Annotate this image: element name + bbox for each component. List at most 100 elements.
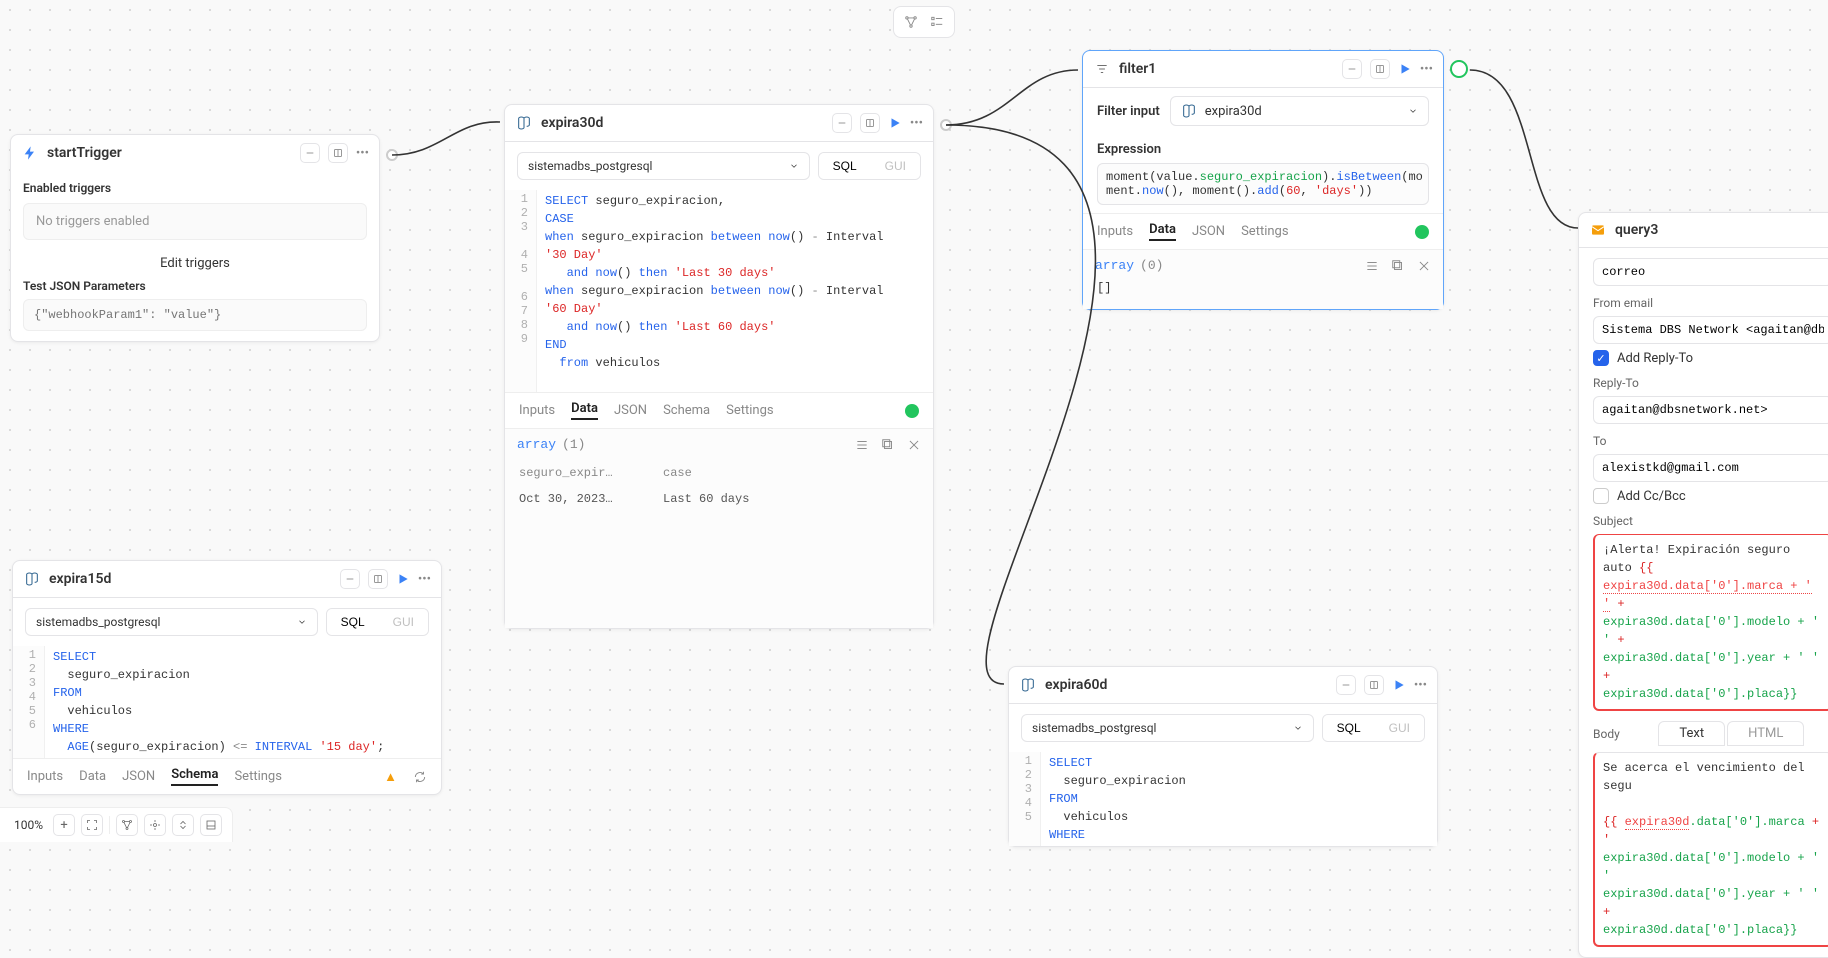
collapse-button[interactable] <box>1336 675 1356 695</box>
db-name: sistemadbs_postgresql <box>36 615 160 629</box>
chevron-down-icon <box>1408 106 1418 116</box>
panel-button[interactable] <box>860 113 880 133</box>
collapse-button[interactable] <box>340 569 360 589</box>
collapse-button[interactable] <box>832 113 852 133</box>
sql-mode-button[interactable]: SQL <box>819 153 871 179</box>
filter-input-value: expira30d <box>1205 104 1400 119</box>
collapse-button[interactable] <box>1342 59 1362 79</box>
more-icon[interactable]: ••• <box>1414 678 1427 693</box>
more-icon[interactable]: ••• <box>1420 62 1433 77</box>
list-view-icon[interactable] <box>926 11 948 33</box>
postgres-icon <box>1019 676 1037 694</box>
more-icon[interactable]: ••• <box>356 146 369 161</box>
from-input[interactable] <box>1593 316 1828 344</box>
gui-mode-button[interactable]: GUI <box>1375 715 1424 741</box>
center-icon[interactable] <box>144 814 166 836</box>
output-connector[interactable] <box>940 119 952 131</box>
add-cc-bcc-checkbox[interactable] <box>1593 488 1609 504</box>
run-button[interactable] <box>1392 678 1406 692</box>
expand-icon[interactable] <box>881 438 895 452</box>
body-editor[interactable]: Se acerca el vencimiento del segu{{ expi… <box>1593 752 1828 947</box>
sql-mode-button[interactable]: SQL <box>1323 715 1375 741</box>
body-tab-html[interactable]: HTML <box>1727 721 1804 746</box>
tab-settings[interactable]: Settings <box>1241 224 1288 239</box>
panel-button[interactable] <box>328 143 348 163</box>
collapse-all-icon[interactable] <box>172 814 194 836</box>
canvas-toolbar <box>893 6 955 38</box>
gui-mode-button[interactable]: GUI <box>379 609 428 635</box>
subject-editor[interactable]: ¡Alerta! Expiración seguro auto {{expira… <box>1593 534 1828 711</box>
resource-input[interactable] <box>1593 258 1828 286</box>
run-button[interactable] <box>396 572 410 586</box>
tab-schema[interactable]: Schema <box>663 403 710 418</box>
expression-editor[interactable]: moment(value.seguro_expiracion).isBetwee… <box>1097 163 1429 205</box>
more-icon[interactable]: ••• <box>418 572 431 587</box>
collapse-button[interactable] <box>300 143 320 163</box>
enabled-triggers-label: Enabled triggers <box>23 181 367 195</box>
panel-button[interactable] <box>368 569 388 589</box>
filter-input-label: Filter input <box>1097 104 1160 119</box>
body-label: Body <box>1593 727 1620 741</box>
tab-data[interactable]: Data <box>571 401 598 420</box>
data-panel: array (1) seguro_expir… Oct 30, 2023… ca… <box>505 428 933 628</box>
tab-settings[interactable]: Settings <box>234 769 281 784</box>
result-count: (1) <box>562 437 585 452</box>
columns-icon[interactable] <box>855 438 869 452</box>
panel-icon[interactable] <box>200 814 222 836</box>
node-expira15d: expira15d ••• sistemadbs_postgresql SQL … <box>12 560 442 795</box>
sql-editor[interactable]: 12345 SELECT seguro_expiracion FROM vehi… <box>1009 752 1437 846</box>
expand-icon[interactable] <box>1391 259 1405 273</box>
refresh-icon[interactable] <box>413 770 427 784</box>
columns-icon[interactable] <box>1365 259 1379 273</box>
add-reply-to-label: Add Reply-To <box>1617 351 1693 366</box>
tab-json[interactable]: JSON <box>614 403 647 418</box>
sql-mode-button[interactable]: SQL <box>327 609 379 635</box>
tab-inputs[interactable]: Inputs <box>27 769 63 784</box>
panel-button[interactable] <box>1364 675 1384 695</box>
to-label: To <box>1593 434 1828 448</box>
json-params-input[interactable] <box>23 299 367 331</box>
tab-inputs[interactable]: Inputs <box>519 403 555 418</box>
result-tabs: Inputs Data JSON Settings <box>1083 213 1443 249</box>
mail-icon <box>1589 221 1607 239</box>
more-icon[interactable]: ••• <box>910 116 923 131</box>
db-select[interactable]: sistemadbs_postgresql <box>1021 714 1314 742</box>
sql-editor[interactable]: 123456789 SELECT seguro_expiracion, CASE… <box>505 190 933 392</box>
graph-icon[interactable] <box>116 814 138 836</box>
reply-to-input[interactable] <box>1593 396 1828 424</box>
tab-data[interactable]: Data <box>1149 222 1176 241</box>
output-connector-success[interactable] <box>1450 60 1468 78</box>
no-triggers-box: No triggers enabled <box>23 203 367 240</box>
db-select[interactable]: sistemadbs_postgresql <box>25 608 318 636</box>
run-button[interactable] <box>888 116 902 130</box>
add-reply-to-checkbox[interactable]: ✓ <box>1593 350 1609 366</box>
close-icon[interactable] <box>907 438 921 452</box>
tab-json[interactable]: JSON <box>122 769 155 784</box>
node-title: query3 <box>1615 222 1828 238</box>
expression-label: Expression <box>1083 134 1443 157</box>
db-select[interactable]: sistemadbs_postgresql <box>517 152 810 180</box>
output-connector[interactable] <box>386 149 398 161</box>
to-input[interactable] <box>1593 454 1828 482</box>
tab-json[interactable]: JSON <box>1192 224 1225 239</box>
result-type: array <box>1095 258 1134 273</box>
body-tab-text[interactable]: Text <box>1658 721 1725 746</box>
tab-settings[interactable]: Settings <box>726 403 773 418</box>
filter-icon <box>1093 60 1111 78</box>
edit-triggers-button[interactable]: Edit triggers <box>23 248 367 279</box>
tab-schema[interactable]: Schema <box>171 767 218 786</box>
fit-button[interactable] <box>81 814 103 836</box>
tab-inputs[interactable]: Inputs <box>1097 224 1133 239</box>
col-0-header: seguro_expir… <box>519 466 639 480</box>
status-success-icon <box>905 404 919 418</box>
gui-mode-button[interactable]: GUI <box>871 153 920 179</box>
zoom-in-button[interactable]: + <box>53 814 75 836</box>
tab-data[interactable]: Data <box>79 769 106 784</box>
flow-view-icon[interactable] <box>900 11 922 33</box>
panel-button[interactable] <box>1370 59 1390 79</box>
close-icon[interactable] <box>1417 259 1431 273</box>
sql-editor[interactable]: 123456 SELECT seguro_expiracion FROM veh… <box>13 646 441 758</box>
filter-input-select[interactable]: expira30d <box>1170 96 1429 126</box>
run-button[interactable] <box>1398 62 1412 76</box>
warning-icon[interactable]: ▲ <box>384 769 397 785</box>
